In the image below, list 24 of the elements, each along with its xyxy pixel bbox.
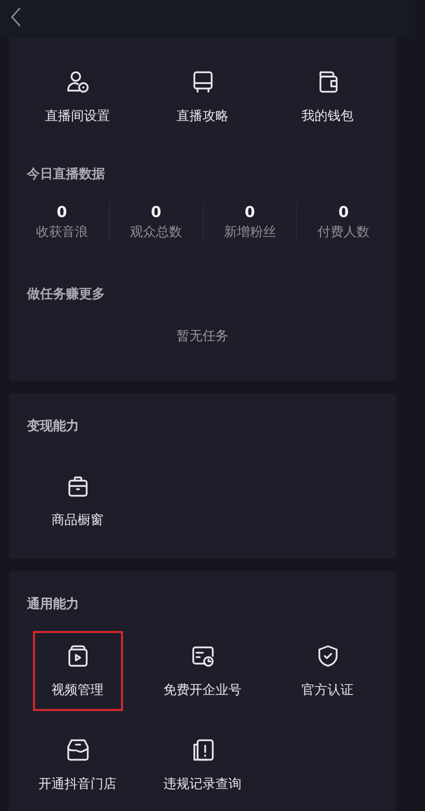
section-title: 变现能力 — [27, 418, 80, 435]
tool-item[interactable]: 免费开企业号 — [140, 631, 265, 711]
section-title: 今日直播数据 — [27, 166, 106, 183]
tool-item[interactable]: 官方认证 — [265, 631, 390, 711]
section-title: 通用能力 — [27, 596, 80, 613]
stat-label: 付费人数 — [318, 224, 370, 241]
tool-item[interactable]: 违规记录查询 — [140, 725, 265, 805]
stat-value: 0 — [244, 203, 256, 221]
stat-label: 新增粉丝 — [224, 224, 276, 241]
stat-value: 0 — [338, 203, 349, 221]
empty-message: 暂无任务 — [176, 328, 230, 346]
tool-item[interactable]: 视频管理 — [32, 631, 122, 711]
tool-item[interactable]: 开通抖音门店 — [15, 725, 140, 805]
stat-value: 0 — [150, 203, 162, 221]
tool-item[interactable]: 直播攻略 — [140, 49, 265, 135]
tool-item[interactable]: 直播间设置 — [15, 49, 140, 135]
stat-value: 0 — [56, 203, 68, 221]
stat-label: 收获音浪 — [36, 224, 88, 241]
tool-item[interactable]: 我的钱包 — [265, 49, 390, 135]
store-icon — [64, 737, 90, 763]
section-title: 做任务赚更多 — [27, 286, 106, 303]
stat-label: 观众总数 — [130, 224, 182, 241]
tool-item[interactable]: 商品橱窗 — [15, 453, 140, 539]
person-gear-icon — [64, 69, 90, 95]
